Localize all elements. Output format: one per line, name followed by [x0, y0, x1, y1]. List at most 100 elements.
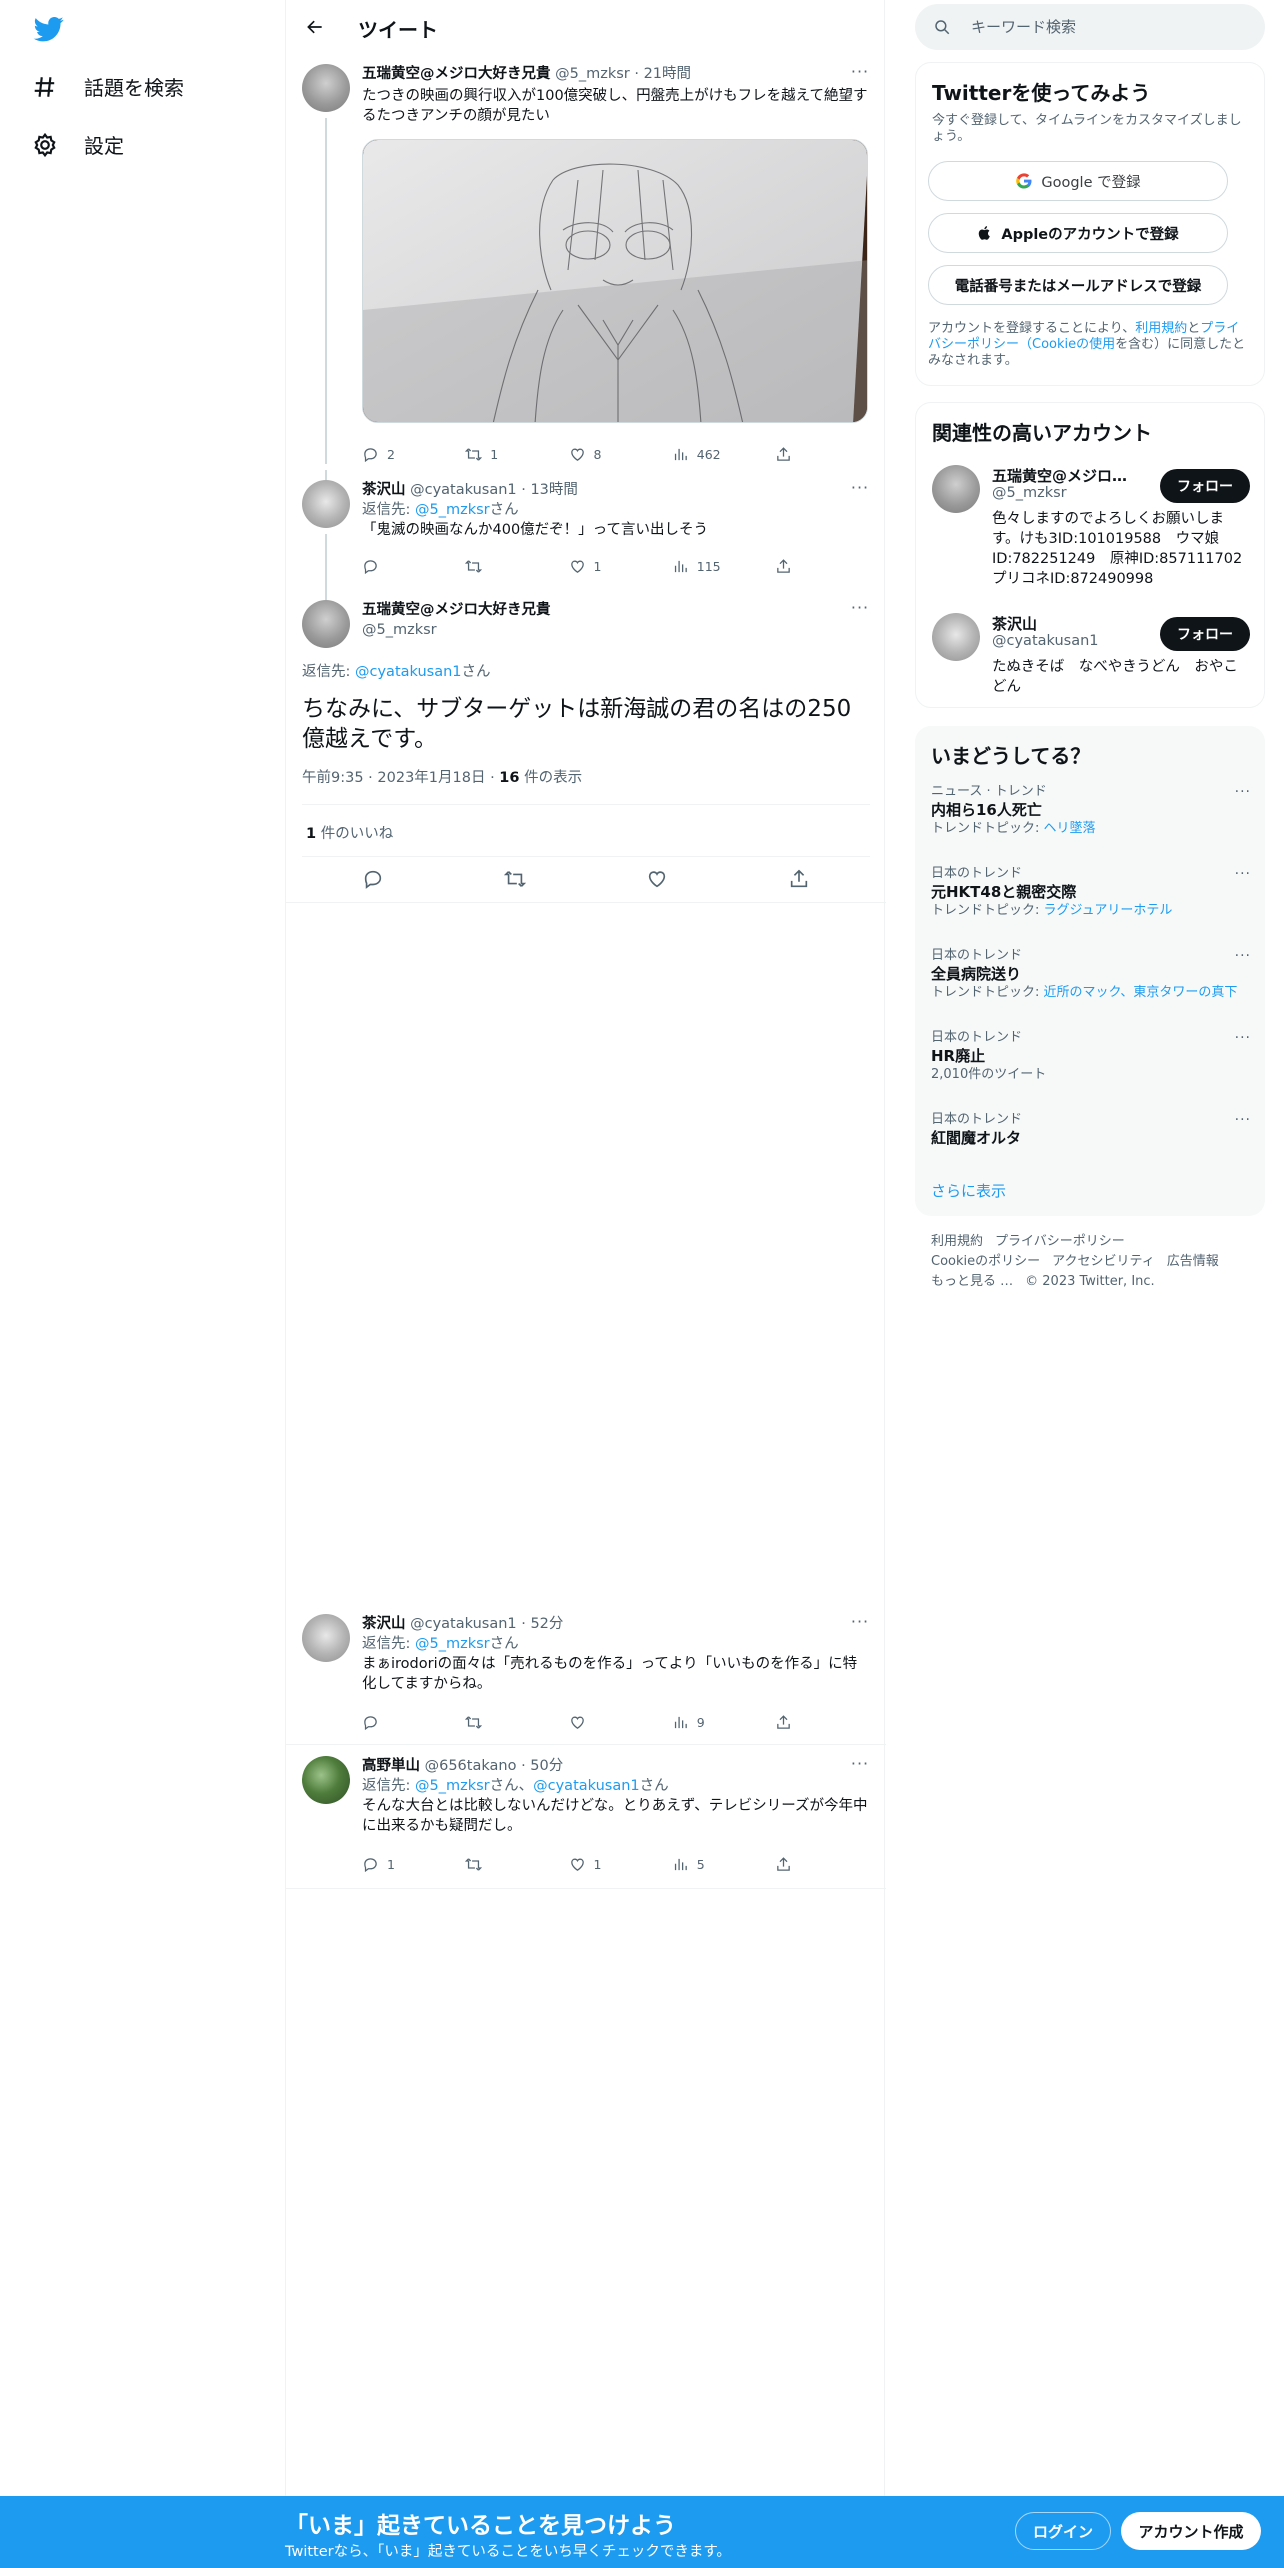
footer-more-link[interactable]: もっと見る … — [931, 1274, 1013, 1289]
more-icon[interactable]: ··· — [850, 480, 870, 502]
footer-cookie-link[interactable]: Cookieのポリシー — [931, 1254, 1040, 1269]
tweet-time[interactable]: 50分 — [530, 1758, 563, 1774]
share-icon[interactable] — [788, 868, 810, 890]
account-card[interactable]: 茶沢山 @cyatakusan1 フォロー たぬきそば なべやきうどん おやこど… — [916, 607, 1266, 697]
nav-settings[interactable]: 設定 — [32, 130, 124, 159]
retweet-icon[interactable] — [504, 868, 526, 890]
retweet-button[interactable] — [465, 1714, 551, 1731]
reply-tweet[interactable]: 茶沢山 @cyatakusan1 · 13時間 返信先: @5_mzksrさん … — [286, 470, 886, 598]
reply-icon[interactable] — [362, 868, 384, 890]
avatar[interactable] — [932, 465, 980, 513]
views-button[interactable]: 462 — [672, 446, 758, 463]
author-handle[interactable]: @656takano — [425, 1758, 517, 1774]
more-icon[interactable]: ··· — [850, 1614, 870, 1636]
reply-tweet[interactable]: 茶沢山 @cyatakusan1 · 52分 返信先: @5_mzksrさん ま… — [286, 1604, 886, 1745]
account-name[interactable]: 茶沢山 — [992, 613, 1142, 634]
account-name[interactable]: 五瑞黄空@メジロ大好き兄貴 — [992, 465, 1142, 486]
account-handle[interactable]: @cyatakusan1 — [992, 633, 1099, 649]
trend-item[interactable]: 日本のトレンド 元HKT48と親密交際 トレンドトピック: ラグジュアリーホテル… — [931, 866, 1251, 920]
phone-email-signup-button[interactable]: 電話番号またはメールアドレスで登録 — [928, 265, 1228, 305]
google-signup-button[interactable]: Google で登録 — [928, 161, 1228, 201]
back-button[interactable] — [298, 10, 332, 44]
account-card[interactable]: 五瑞黄空@メジロ大好き兄貴 @5_mzksr フォロー 色々しますのでよろしくお… — [916, 459, 1266, 599]
account-handle[interactable]: @5_mzksr — [992, 485, 1067, 501]
author-handle[interactable]: @cyatakusan1 — [410, 1616, 517, 1632]
reply-button[interactable]: 1 — [362, 1856, 448, 1873]
views-button[interactable]: 115 — [672, 558, 758, 575]
footer-terms-link[interactable]: 利用規約 — [931, 1234, 983, 1249]
mention-link[interactable]: @5_mzksr — [415, 502, 490, 518]
author-handle[interactable]: @cyatakusan1 — [410, 482, 517, 498]
author-name[interactable]: 高野単山 — [362, 1758, 420, 1774]
reply-tweet[interactable]: 高野単山 @656takano · 50分 返信先: @5_mzksrさん、@c… — [286, 1746, 886, 1889]
likes-summary[interactable]: 1 件のいいね — [306, 822, 393, 843]
tweet-time[interactable]: 52分 — [530, 1616, 563, 1632]
mention-link[interactable]: @5_mzksr — [415, 1636, 490, 1652]
like-button[interactable]: 8 — [569, 446, 655, 463]
author-handle[interactable]: @5_mzksr — [362, 620, 551, 640]
twitter-logo-icon[interactable] — [32, 14, 66, 44]
retweet-button[interactable] — [465, 1856, 551, 1873]
author-name[interactable]: 茶沢山 — [362, 482, 406, 498]
more-icon[interactable]: ··· — [1235, 1112, 1251, 1128]
trend-sub-link[interactable]: ラグジュアリーホテル — [1044, 903, 1173, 918]
avatar[interactable] — [302, 64, 350, 112]
follow-button[interactable]: フォロー — [1160, 617, 1250, 651]
terms-link[interactable]: 利用規約 — [1135, 321, 1187, 336]
reply-button[interactable]: 2 — [362, 446, 448, 463]
mention-link[interactable]: @5_mzksr — [415, 1778, 490, 1794]
footer-ads-link[interactable]: 広告情報 — [1167, 1254, 1219, 1269]
share-button[interactable] — [775, 558, 792, 575]
more-icon[interactable]: ··· — [1235, 948, 1251, 964]
footer-privacy-link[interactable]: プライバシーポリシー — [995, 1234, 1125, 1249]
like-button[interactable]: 1 — [569, 1856, 655, 1873]
trend-sub-link[interactable]: ヘリ墜落 — [1044, 821, 1096, 836]
trend-item[interactable]: ニュース · トレンド 内相ら16人死亡 トレンドトピック: ヘリ墜落 ··· — [931, 784, 1251, 838]
show-more-link[interactable]: さらに表示 — [931, 1180, 1006, 1201]
share-button[interactable] — [775, 1714, 792, 1731]
trend-item[interactable]: 日本のトレンド HR廃止 2,010件のツイート ··· — [931, 1030, 1251, 1084]
heart-icon[interactable] — [646, 868, 668, 890]
nav-explore[interactable]: 話題を検索 — [32, 72, 184, 101]
like-button[interactable] — [569, 1714, 655, 1731]
tweet-image[interactable] — [362, 139, 868, 423]
author-name[interactable]: 茶沢山 — [362, 1616, 406, 1632]
avatar[interactable] — [302, 600, 350, 648]
views-button[interactable]: 5 — [672, 1856, 758, 1873]
more-icon[interactable]: ··· — [1235, 784, 1251, 800]
login-button[interactable]: ログイン — [1015, 2512, 1111, 2550]
retweet-button[interactable] — [465, 558, 551, 575]
trend-item[interactable]: 日本のトレンド 全員病院送り トレンドトピック: 近所のマック、東京タワーの真下… — [931, 948, 1251, 1002]
reply-button[interactable] — [362, 1714, 448, 1731]
apple-signup-button[interactable]: Appleのアカウントで登録 — [928, 213, 1228, 253]
tweet-time[interactable]: 13時間 — [530, 482, 577, 498]
trend-sub-link[interactable]: 近所のマック、東京タワーの真下 — [1044, 985, 1238, 1000]
trend-item[interactable]: 日本のトレンド 紅閻魔オルタ ··· — [931, 1112, 1251, 1148]
more-icon[interactable]: ··· — [850, 64, 870, 86]
share-button[interactable] — [775, 446, 792, 463]
mention-link[interactable]: @cyatakusan1 — [533, 1778, 640, 1794]
signup-button[interactable]: アカウント作成 — [1121, 2512, 1261, 2550]
avatar[interactable] — [302, 1756, 350, 1804]
author-handle[interactable]: @5_mzksr — [555, 66, 630, 82]
more-icon[interactable]: ··· — [1235, 1030, 1251, 1046]
author-name[interactable]: 五瑞黄空@メジロ大好き兄貴 — [362, 66, 551, 82]
reply-button[interactable] — [362, 558, 448, 575]
like-button[interactable]: 1 — [569, 558, 655, 575]
more-icon[interactable]: ··· — [850, 1756, 870, 1778]
avatar[interactable] — [932, 613, 980, 661]
share-button[interactable] — [775, 1856, 792, 1873]
search-box[interactable] — [915, 4, 1265, 50]
tweet-date[interactable]: 2023年1月18日 — [377, 770, 485, 786]
tweet-time[interactable]: 21時間 — [644, 66, 691, 82]
footer-accessibility-link[interactable]: アクセシビリティ — [1052, 1254, 1155, 1269]
avatar[interactable] — [302, 480, 350, 528]
views-button[interactable]: 9 — [672, 1714, 758, 1731]
more-icon[interactable]: ··· — [850, 600, 870, 622]
mention-link[interactable]: @cyatakusan1 — [355, 664, 462, 680]
more-icon[interactable]: ··· — [1235, 866, 1251, 882]
retweet-button[interactable]: 1 — [465, 446, 551, 463]
follow-button[interactable]: フォロー — [1160, 469, 1250, 503]
search-input[interactable] — [971, 16, 1241, 38]
parent-tweet[interactable]: 五瑞黄空@メジロ大好き兄貴 @5_mzksr · 21時間 たつきの映画の興行収… — [286, 54, 886, 464]
